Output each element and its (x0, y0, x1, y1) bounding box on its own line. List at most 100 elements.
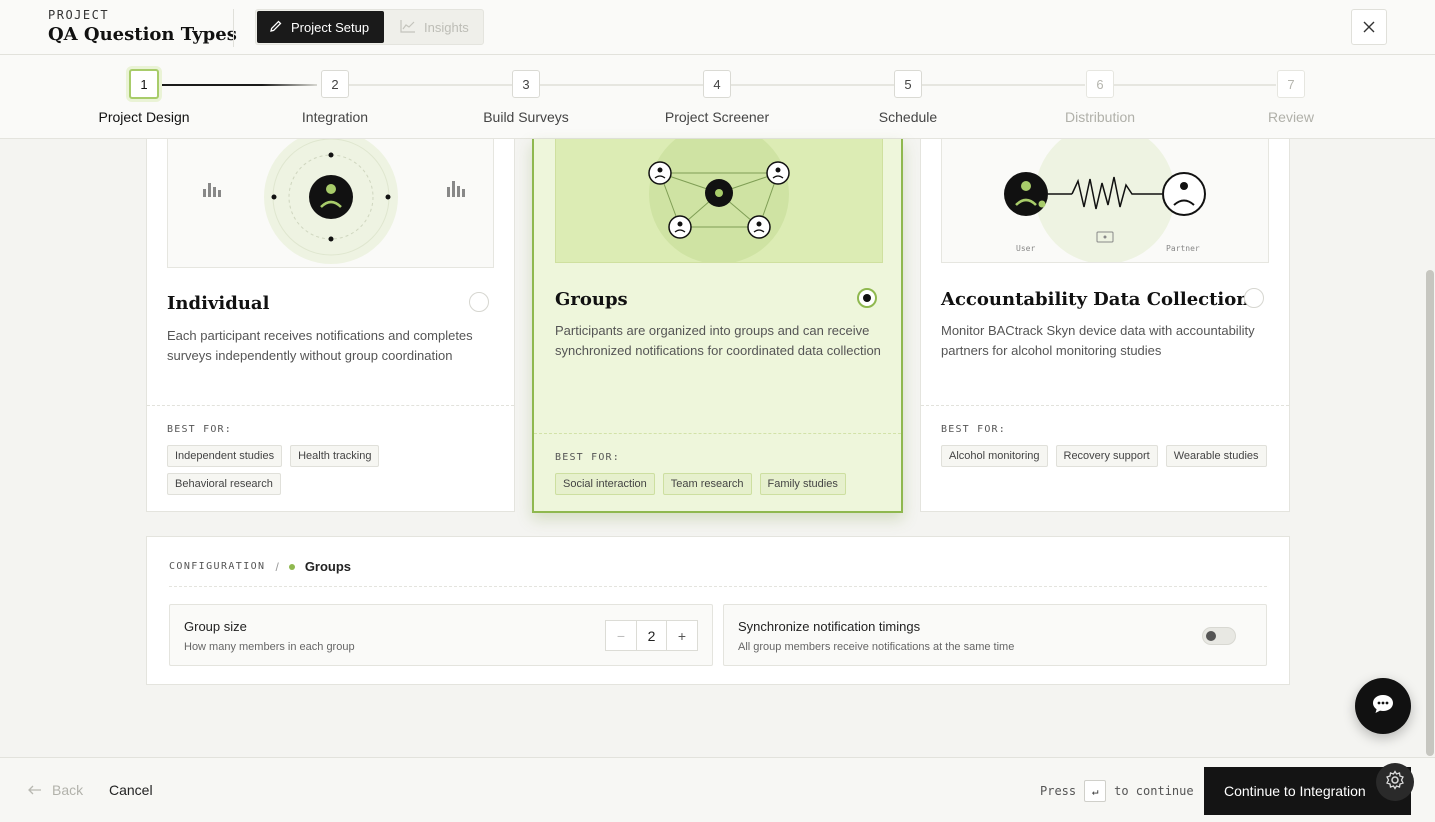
step-connector (1113, 84, 1276, 86)
step-5-number[interactable]: 5 (894, 70, 922, 98)
step-4-label[interactable]: Project Screener (665, 109, 769, 125)
close-button[interactable] (1351, 9, 1387, 45)
card-title: Accountability Data Collection (941, 289, 1250, 310)
option-title: Group size (184, 619, 247, 634)
config-divider (169, 586, 1267, 587)
footer-bar: Back Cancel Press ↵ to continue Continue… (0, 757, 1435, 822)
step-6-number: 6 (1086, 70, 1114, 98)
card-title: Groups (555, 289, 628, 310)
chart-line-icon (400, 19, 416, 36)
step-3-number[interactable]: 3 (512, 70, 540, 98)
card-description: Each participant receives notifications … (167, 328, 473, 363)
settings-button[interactable] (1376, 763, 1414, 801)
decrement-button[interactable]: − (606, 621, 636, 650)
card-divider (147, 405, 514, 406)
configuration-panel: CONFIGURATION / Groups Group size How ma… (146, 536, 1290, 685)
individual-illustration (167, 139, 494, 268)
step-7-label: Review (1268, 109, 1314, 125)
sync-notifications-option: Synchronize notification timings All gro… (723, 604, 1267, 666)
step-2-label[interactable]: Integration (302, 109, 368, 125)
view-switcher: Project Setup Insights (255, 9, 484, 45)
back-label: Back (52, 782, 84, 798)
step-1-label[interactable]: Project Design (98, 109, 189, 125)
close-icon (1363, 17, 1375, 38)
chat-bubble-icon (1371, 693, 1395, 720)
radio-groups[interactable] (857, 288, 877, 308)
scrollbar-thumb[interactable] (1426, 270, 1434, 756)
card-divider (921, 405, 1289, 406)
tab-label: Project Setup (291, 19, 370, 35)
step-5-label[interactable]: Schedule (879, 109, 937, 125)
keyboard-hint: Press ↵ to continue (1040, 780, 1194, 802)
project-kicker: PROJECT (48, 8, 110, 22)
card-description: Monitor BACtrack Skyn device data with a… (941, 323, 1255, 358)
accountability-illustration: User Partner (941, 139, 1269, 263)
increment-button[interactable]: + (667, 621, 697, 650)
best-for-label: BEST FOR: (167, 424, 232, 435)
tag: Social interaction (555, 473, 655, 495)
tag: Family studies (759, 473, 846, 495)
card-groups[interactable]: Groups Participants are organized into g… (532, 139, 903, 513)
enter-key-icon: ↵ (1084, 780, 1107, 802)
tag-list: Social interaction Team research Family … (555, 473, 885, 495)
card-divider (534, 433, 901, 434)
step-connector (159, 84, 317, 86)
illus-label-user: User (1016, 244, 1035, 253)
step-connector (349, 84, 512, 86)
arrow-left-icon (28, 782, 42, 798)
tag: Recovery support (1055, 445, 1158, 467)
group-size-option: Group size How many members in each grou… (169, 604, 713, 666)
radio-individual[interactable] (469, 292, 489, 312)
config-separator: / (275, 559, 279, 574)
config-kicker: CONFIGURATION (169, 561, 266, 572)
step-2-number[interactable]: 2 (321, 70, 349, 98)
tag: Alcohol monitoring (941, 445, 1048, 467)
illus-label-partner: Partner (1166, 244, 1200, 253)
best-for-label: BEST FOR: (941, 424, 1006, 435)
option-title: Synchronize notification timings (738, 619, 921, 634)
tag: Health tracking (290, 445, 380, 467)
tag-list: Alcohol monitoring Recovery support Wear… (941, 445, 1271, 467)
group-size-value[interactable]: 2 (636, 621, 667, 650)
status-dot (288, 563, 295, 570)
step-3-label[interactable]: Build Surveys (483, 109, 569, 125)
sync-toggle[interactable] (1202, 627, 1236, 645)
step-connector (540, 84, 703, 86)
step-7-number: 7 (1277, 70, 1305, 98)
tab-label: Insights (424, 19, 469, 35)
project-title: QA Question Types (48, 24, 237, 45)
tab-project-setup[interactable]: Project Setup (257, 11, 384, 43)
option-subtitle: How many members in each group (184, 641, 355, 653)
tag-list: Independent studies Health tracking Beha… (167, 445, 497, 495)
step-4-number[interactable]: 4 (703, 70, 731, 98)
card-title: Individual (167, 293, 270, 314)
gear-icon (1385, 769, 1405, 795)
top-header: PROJECT QA Question Types Project Setup … (0, 0, 1435, 55)
progress-stepper: 1 2 3 4 5 6 7 Project Design Integration… (0, 55, 1435, 139)
best-for-label: BEST FOR: (555, 452, 620, 463)
pencil-icon (269, 19, 283, 36)
config-breadcrumb: CONFIGURATION / Groups (169, 559, 351, 574)
tag: Wearable studies (1165, 445, 1267, 467)
step-connector (731, 84, 894, 86)
groups-illustration (555, 139, 883, 263)
card-accountability[interactable]: User Partner Accountability Data Collect… (920, 139, 1290, 512)
config-name: Groups (304, 559, 352, 574)
tab-insights[interactable]: Insights (388, 11, 481, 43)
tag: Independent studies (167, 445, 283, 467)
step-6-label: Distribution (1064, 109, 1136, 125)
tag: Behavioral research (167, 473, 281, 495)
option-subtitle: All group members receive notifications … (738, 641, 1015, 653)
tag: Team research (662, 473, 752, 495)
card-description: Participants are organized into groups a… (555, 323, 881, 358)
back-button[interactable]: Back (28, 782, 83, 798)
press-label: Press (1040, 784, 1077, 798)
chat-button[interactable] (1355, 678, 1411, 734)
cancel-button[interactable]: Cancel (109, 782, 153, 798)
card-individual[interactable]: Individual Each participant receives not… (146, 139, 515, 512)
step-1-number[interactable]: 1 (129, 69, 159, 99)
header-divider (233, 9, 234, 47)
radio-accountability[interactable] (1244, 288, 1264, 308)
group-size-stepper: − 2 + (605, 620, 698, 651)
continue-hint: to continue (1114, 784, 1194, 798)
